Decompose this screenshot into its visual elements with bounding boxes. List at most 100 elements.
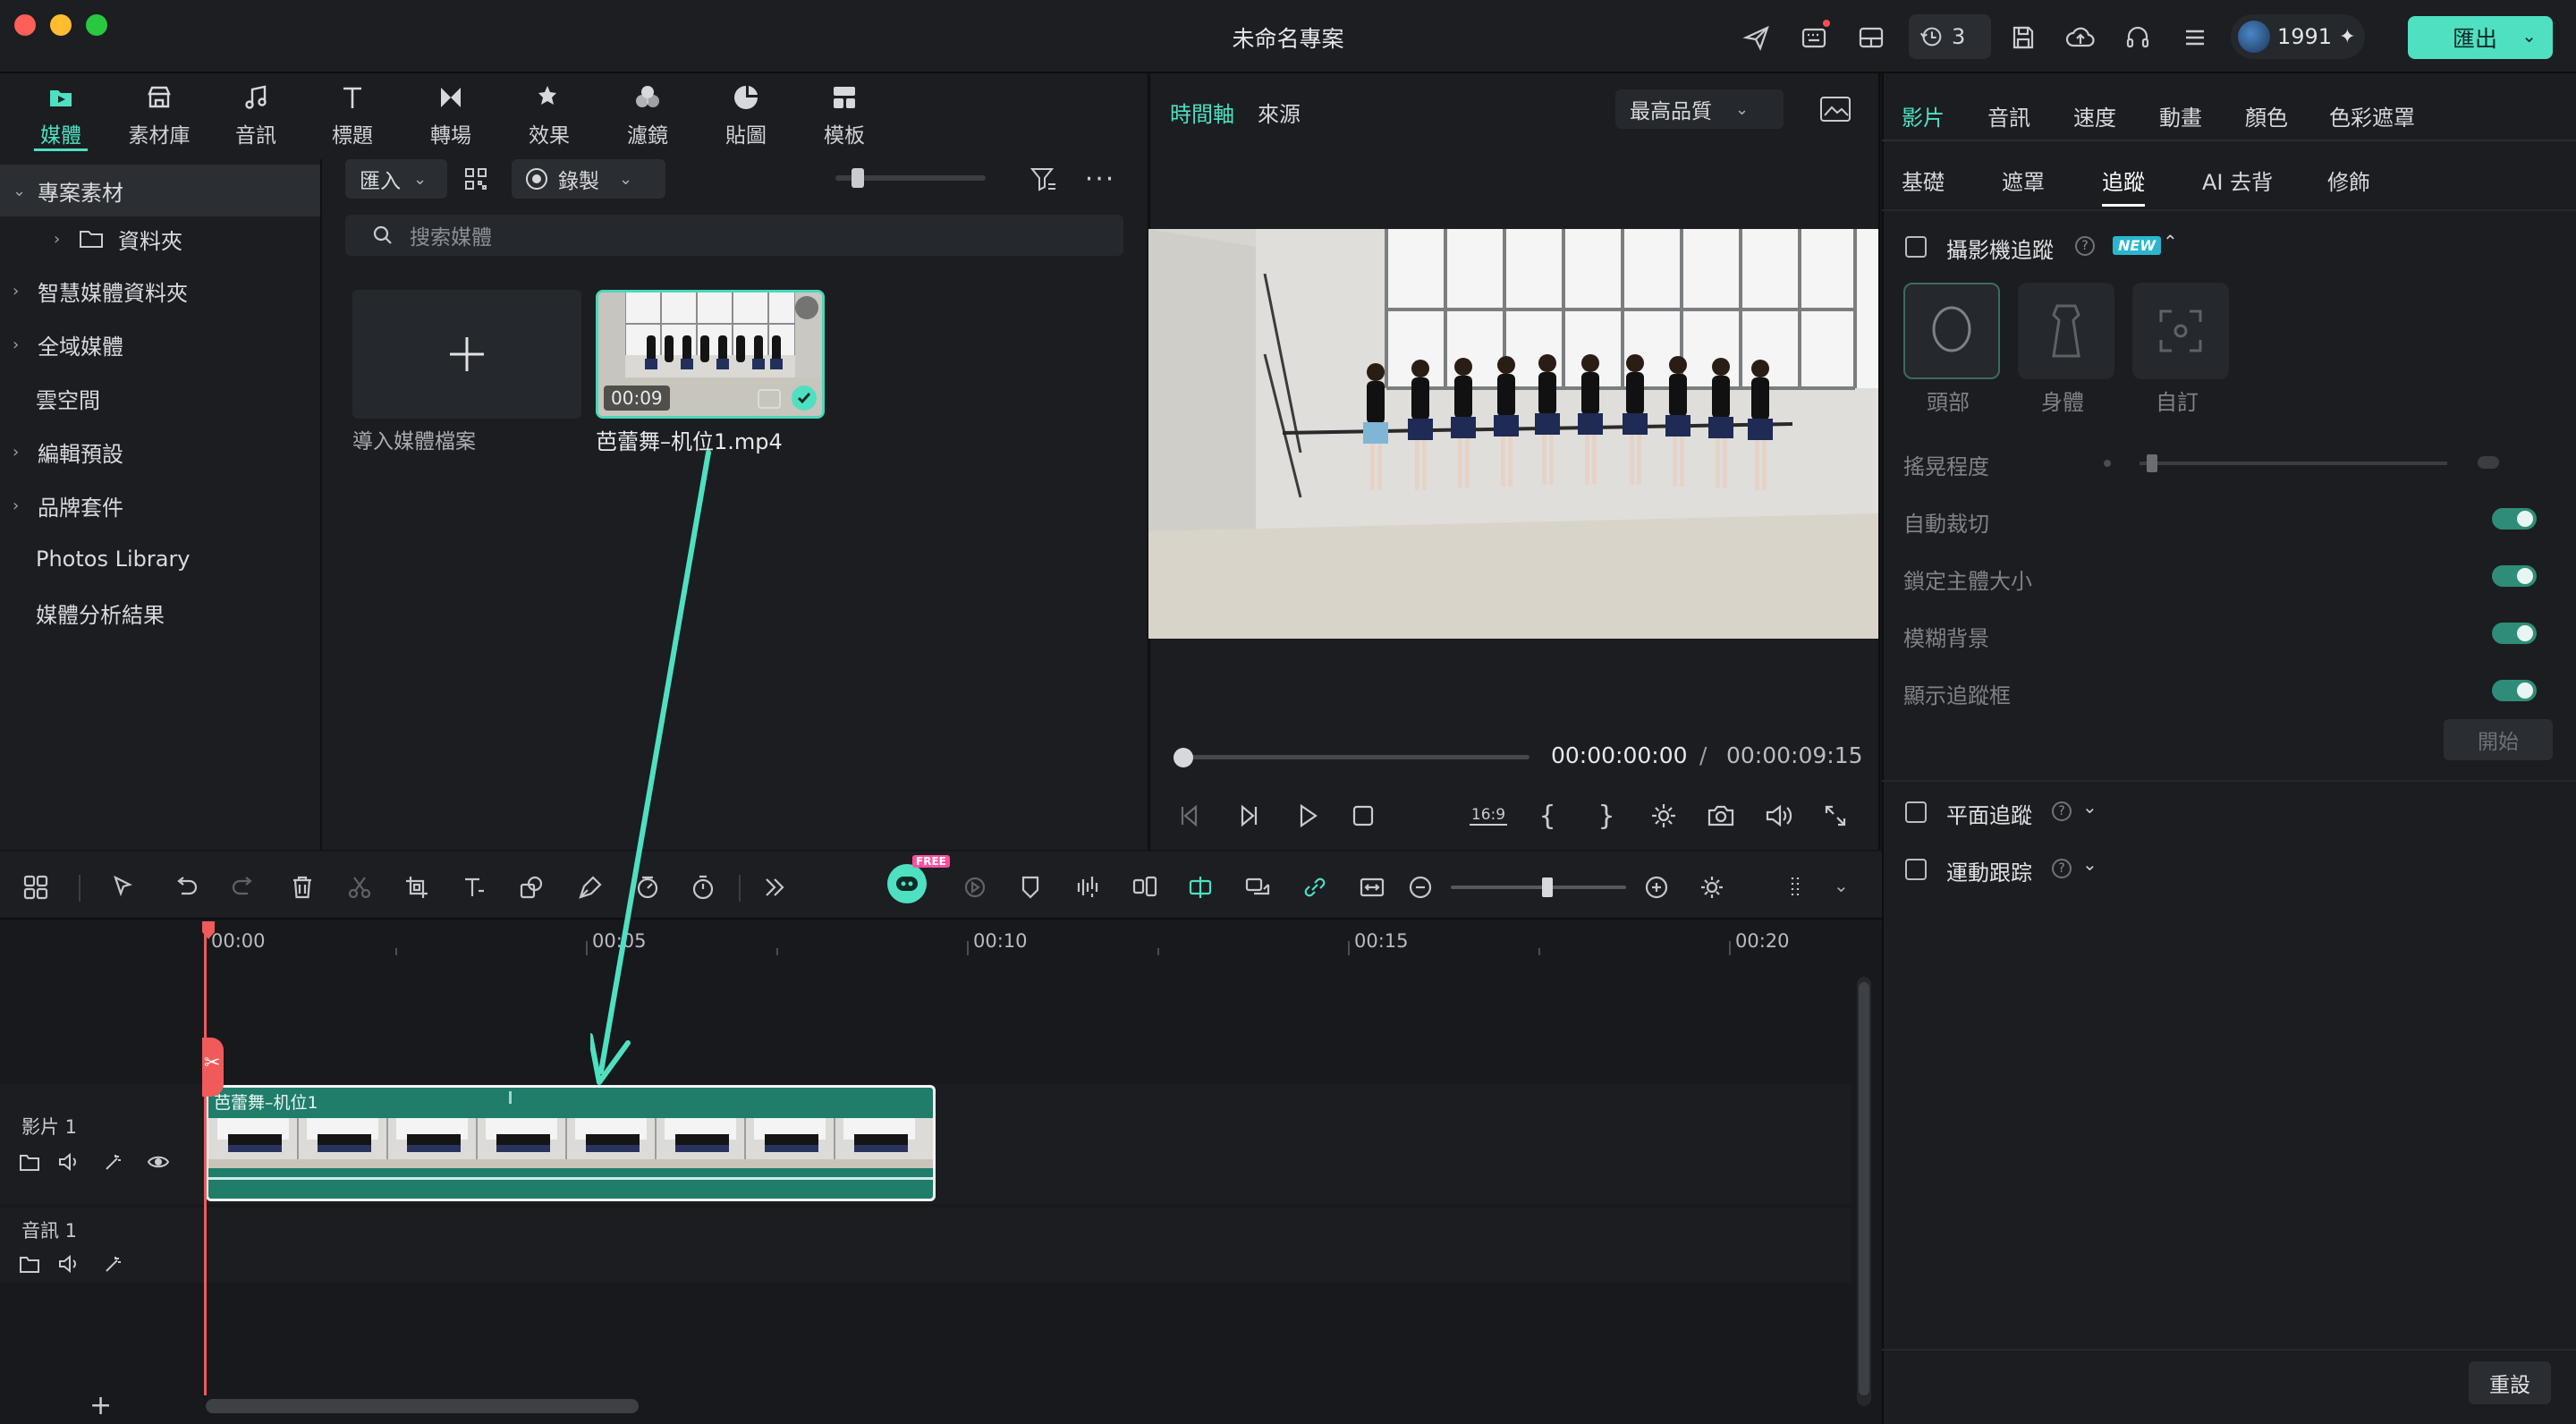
tab-store[interactable]: 素材庫	[114, 81, 204, 148]
tab-color[interactable]: 顏色	[2245, 100, 2288, 131]
tab-color-mask[interactable]: 色彩遮罩	[2329, 100, 2415, 131]
record-dropdown[interactable]: 錄製 ⌄	[512, 159, 665, 199]
search-box[interactable]: 搜索媒體	[345, 215, 1123, 256]
track-density-icon[interactable]	[1780, 869, 1816, 905]
blur-background-toggle[interactable]	[2492, 623, 2537, 644]
grid-layout-icon[interactable]	[18, 869, 54, 905]
playhead-line[interactable]	[204, 921, 207, 1395]
render-settings-icon[interactable]	[1646, 798, 1682, 834]
eye-icon[interactable]	[143, 1147, 174, 1177]
fit-width-icon[interactable]	[1354, 869, 1390, 905]
motion-icon[interactable]	[957, 869, 993, 905]
timeline-horizontal-scrollbar[interactable]	[206, 1399, 639, 1413]
tab-music[interactable]: 音訊	[211, 81, 301, 148]
subtab-basic[interactable]: 基礎	[1902, 165, 1945, 196]
credits-badge[interactable]: 1991 ✦	[2231, 14, 2365, 59]
chevron-down-icon[interactable]: ⌄	[2082, 796, 2097, 818]
menu-icon[interactable]	[2177, 20, 2213, 55]
import-media-card[interactable]	[352, 290, 581, 419]
preview-scrubber[interactable]	[1174, 748, 1530, 767]
track-head-button[interactable]	[1903, 283, 2000, 379]
delete-icon[interactable]	[284, 869, 320, 905]
sidebar-item-photos-library[interactable]: Photos Library	[0, 533, 320, 585]
next-frame-icon[interactable]	[1231, 798, 1267, 834]
audio-track-row[interactable]	[206, 1208, 1852, 1283]
chevron-up-icon[interactable]: ⌃	[2163, 231, 2178, 252]
magic-wand-icon[interactable]	[98, 1249, 129, 1279]
help-icon[interactable]: ?	[2052, 801, 2072, 821]
qr-import-icon[interactable]	[458, 161, 494, 197]
thumbnail-size-slider[interactable]	[835, 168, 986, 188]
sidebar-item-global-media[interactable]: › 全域媒體	[0, 318, 320, 370]
zoom-in-icon[interactable]	[1639, 869, 1674, 905]
stop-icon[interactable]	[1345, 798, 1381, 834]
zoom-out-icon[interactable]	[1402, 869, 1438, 905]
save-icon[interactable]	[2005, 20, 2041, 55]
track-volume-icon[interactable]	[54, 1147, 84, 1177]
image-snapshot-icon[interactable]	[1816, 91, 1855, 127]
motion-tracking-checkbox[interactable]	[1905, 859, 1927, 880]
split-screen-icon[interactable]	[1127, 869, 1163, 905]
slider-handle[interactable]	[2147, 454, 2157, 472]
camera-tracking-checkbox[interactable]	[1905, 236, 1927, 258]
tab-video[interactable]: 影片	[1902, 100, 1945, 131]
subtab-retouch[interactable]: 修飾	[2327, 165, 2370, 196]
magic-wand-icon[interactable]	[98, 1147, 129, 1177]
tab-filter[interactable]: 濾鏡	[603, 81, 692, 148]
marker-icon[interactable]	[1013, 869, 1048, 905]
chevron-down-icon[interactable]: ⌄	[1834, 875, 1849, 896]
shape-icon[interactable]	[513, 869, 549, 905]
sidebar-item-cloud[interactable]: 雲空間	[0, 372, 320, 424]
text-icon[interactable]	[456, 869, 492, 905]
ai-assistant-icon[interactable]	[887, 864, 927, 903]
playhead-scissors-tab[interactable]: ✂	[202, 1038, 224, 1097]
sidebar-item-folder[interactable]: › 資料夾	[0, 213, 320, 265]
previous-frame-icon[interactable]	[1172, 798, 1208, 834]
tab-speed[interactable]: 速度	[2073, 100, 2116, 131]
media-clip-thumbnail[interactable]: 00:09	[596, 290, 825, 419]
subtab-ai-cutout[interactable]: AI 去背	[2202, 165, 2273, 196]
scrubber-handle[interactable]	[1174, 748, 1193, 767]
subtab-mask[interactable]: 遮罩	[2002, 165, 2045, 196]
play-icon[interactable]	[1290, 798, 1326, 834]
cut-icon[interactable]	[342, 869, 377, 905]
timeline-vertical-scrollbar[interactable]	[1857, 977, 1871, 1406]
reset-button[interactable]: 重設	[2469, 1361, 2551, 1404]
aspect-ratio-icon[interactable]: 16:9	[1469, 798, 1508, 834]
redo-icon[interactable]	[225, 869, 261, 905]
send-icon[interactable]	[1739, 20, 1775, 55]
export-button[interactable]: 匯出 ⌄	[2408, 16, 2553, 59]
replace-icon[interactable]	[1240, 869, 1275, 905]
help-icon[interactable]: ?	[2075, 236, 2095, 256]
more-options-icon[interactable]: ···	[1082, 161, 1118, 197]
audio-stretch-icon[interactable]	[1070, 869, 1106, 905]
search-input[interactable]: 搜索媒體	[410, 220, 492, 250]
tab-source[interactable]: 來源	[1258, 97, 1301, 128]
fullscreen-icon[interactable]	[1818, 798, 1853, 834]
folder-lock-icon[interactable]	[14, 1249, 45, 1279]
timeline-zoom-slider[interactable]	[1451, 877, 1626, 897]
sidebar-item-presets[interactable]: › 編輯預設	[0, 426, 320, 478]
scrollbar-thumb[interactable]	[1859, 982, 1869, 1395]
import-dropdown[interactable]: 匯入 ⌄	[345, 159, 447, 199]
cloud-upload-icon[interactable]	[2063, 20, 2098, 55]
sidebar-item-brand-kit[interactable]: › 品牌套件	[0, 479, 320, 531]
track-volume-icon[interactable]	[54, 1249, 84, 1279]
chevron-down-icon[interactable]: ⌄	[2082, 853, 2097, 875]
tab-animation[interactable]: 動畫	[2159, 100, 2202, 131]
quality-dropdown[interactable]: 最高品質 ⌄	[1615, 89, 1784, 129]
filter-sort-icon[interactable]	[1025, 161, 1061, 197]
snap-icon[interactable]	[1182, 869, 1218, 905]
track-body-button[interactable]	[2018, 283, 2114, 379]
start-tracking-button[interactable]: 開始	[2444, 719, 2553, 760]
layout-icon[interactable]	[1853, 20, 1889, 55]
tab-audio[interactable]: 音訊	[1987, 100, 2030, 131]
track-custom-button[interactable]	[2132, 283, 2229, 379]
sidebar-item-project-media[interactable]: ⌄ 專案素材	[0, 165, 320, 216]
timeline-video-clip[interactable]: 芭蕾舞–机位1	[206, 1085, 936, 1201]
tab-timeline[interactable]: 時間軸	[1170, 97, 1234, 128]
folder-lock-icon[interactable]	[14, 1147, 45, 1177]
help-icon[interactable]: ?	[2052, 859, 2072, 878]
headset-icon[interactable]	[2120, 20, 2156, 55]
slider-handle[interactable]	[852, 168, 864, 188]
